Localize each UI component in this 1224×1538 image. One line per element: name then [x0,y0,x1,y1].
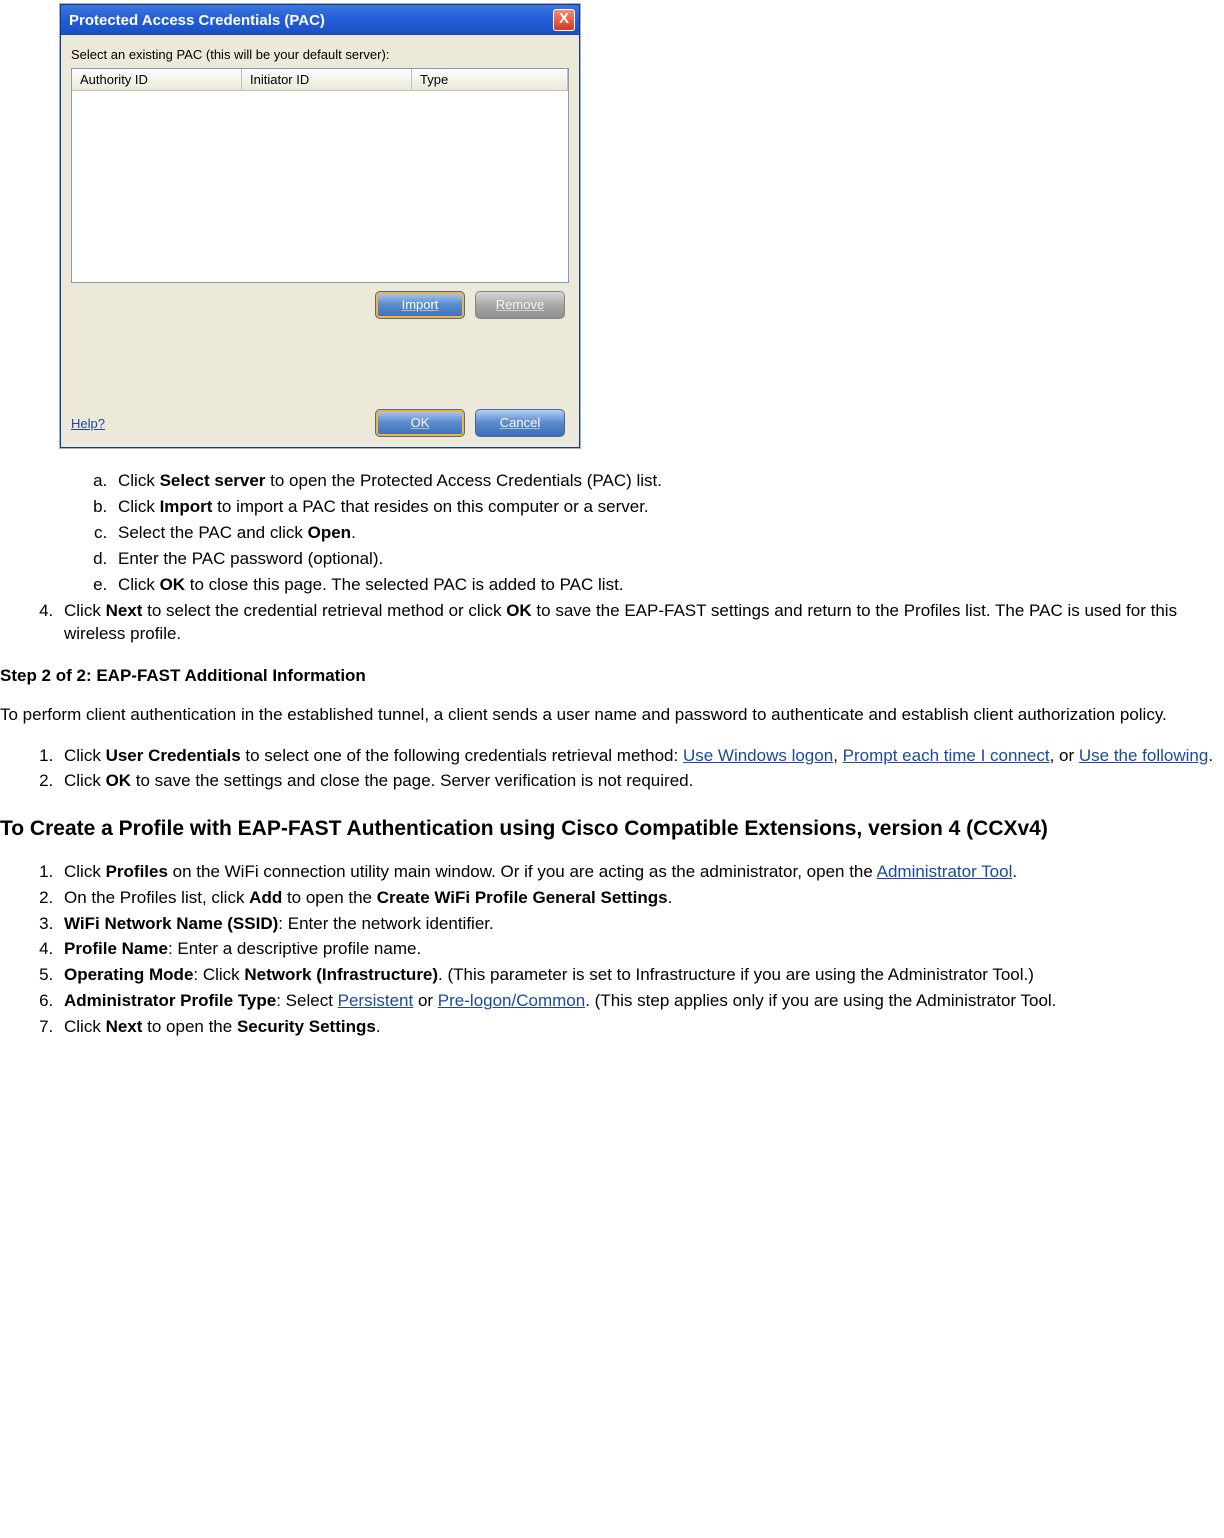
list-item: Enter the PAC password (optional). [112,548,1224,571]
continued-list: Click Next to select the credential retr… [0,600,1224,646]
link-use-windows-logon[interactable]: Use Windows logon [683,746,833,765]
column-type[interactable]: Type [412,69,568,90]
list-item: Administrator Profile Type: Select Persi… [58,990,1224,1013]
substep-list: Click Select server to open the Protecte… [0,470,1224,597]
dialog-title: Protected Access Credentials (PAC) [69,12,553,29]
list-item: Click OK to save the settings and close … [58,770,1224,793]
list-item: Select the PAC and click Open. [112,522,1224,545]
remove-button[interactable]: Remove [475,291,565,319]
help-link[interactable]: Help? [71,416,105,431]
step2-list: Click User Credentials to select one of … [0,745,1224,794]
list-item: Profile Name: Enter a descriptive profil… [58,938,1224,961]
import-button[interactable]: Import [375,291,465,319]
ccxv4-list: Click Profiles on the WiFi connection ut… [0,861,1224,1040]
section-heading: To Create a Profile with EAP-FAST Authen… [0,815,1224,842]
link-prompt-each-time[interactable]: Prompt each time I connect [843,746,1050,765]
list-item: Click Import to import a PAC that reside… [112,496,1224,519]
select-pac-label: Select an existing PAC (this will be you… [71,47,569,62]
column-authority-id[interactable]: Authority ID [72,69,242,90]
cancel-button[interactable]: Cancel [475,409,565,437]
step-paragraph: To perform client authentication in the … [0,704,1224,727]
link-use-the-following[interactable]: Use the following [1079,746,1208,765]
list-item: Click Next to select the credential retr… [58,600,1224,646]
column-initiator-id[interactable]: Initiator ID [242,69,412,90]
link-prelogon-common[interactable]: Pre-logon/Common [438,991,585,1010]
pac-dialog: Protected Access Credentials (PAC) X Sel… [60,4,580,448]
ok-button[interactable]: OK [375,409,465,437]
list-item: Click OK to close this page. The selecte… [112,574,1224,597]
list-item: Click User Credentials to select one of … [58,745,1224,768]
list-item: WiFi Network Name (SSID): Enter the netw… [58,913,1224,936]
titlebar: Protected Access Credentials (PAC) X [61,5,579,35]
close-icon[interactable]: X [553,9,575,31]
list-item: Operating Mode: Click Network (Infrastru… [58,964,1224,987]
step-heading: Step 2 of 2: EAP-FAST Additional Informa… [0,666,1224,686]
pac-table[interactable]: Authority ID Initiator ID Type [71,68,569,283]
link-persistent[interactable]: Persistent [338,991,414,1010]
list-item: On the Profiles list, click Add to open … [58,887,1224,910]
list-item: Click Select server to open the Protecte… [112,470,1224,493]
link-administrator-tool[interactable]: Administrator Tool [877,862,1013,881]
list-item: Click Profiles on the WiFi connection ut… [58,861,1224,884]
list-item: Click Next to open the Security Settings… [58,1016,1224,1039]
